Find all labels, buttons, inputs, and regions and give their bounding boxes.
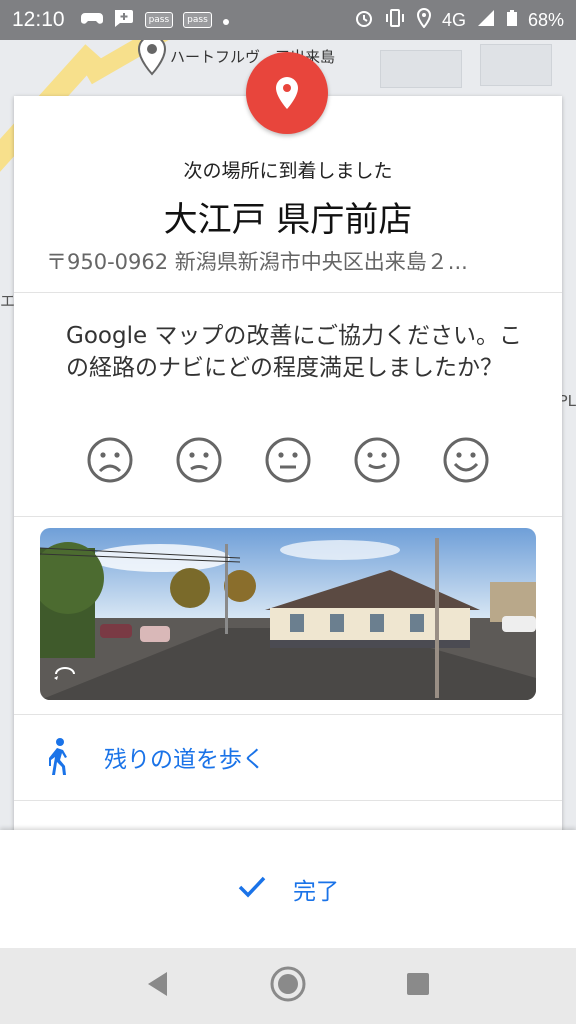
satisfied-face-icon[interactable] (353, 436, 401, 488)
map-block (480, 44, 552, 86)
status-time: 12:10 (12, 8, 65, 31)
bottom-action-bar: 完了 (0, 830, 576, 948)
dot-icon (222, 10, 230, 31)
pass-app-icon-2: pass (183, 12, 212, 28)
divider (14, 292, 562, 293)
neutral-face-icon[interactable] (264, 436, 312, 488)
map-pin-icon[interactable] (136, 40, 168, 80)
map-block (380, 50, 462, 88)
system-nav-bar (0, 948, 576, 1024)
walk-remaining-button[interactable]: 残りの道を歩く (14, 714, 562, 800)
location-pin-badge (246, 52, 328, 134)
done-label: 完了 (293, 879, 339, 905)
survey-question: Google マップの改善にご協力ください。この経路のナビにどの程度満足しました… (66, 323, 522, 381)
street-view-photo[interactable] (40, 528, 536, 700)
check-icon (237, 874, 267, 904)
status-bar: 12:10 pass pass 4G 68% (0, 0, 576, 40)
chat-plus-icon (113, 8, 135, 33)
signal-icon (476, 9, 496, 32)
place-address: 〒950-0962 新潟県新潟市中央区出来島２... (46, 250, 468, 274)
network-type: 4G (441, 9, 466, 30)
battery-icon (506, 9, 518, 32)
battery-percent: 68% (527, 9, 564, 30)
arrival-card: 次の場所に到着しました 大江戸 県庁前店 〒950-0962 新潟県新潟市中央区… (14, 96, 562, 836)
alarm-icon (354, 8, 374, 33)
location-icon (416, 7, 432, 33)
divider (14, 800, 562, 801)
dissatisfied-face-icon[interactable] (175, 436, 223, 488)
done-button[interactable]: 完了 (237, 872, 339, 906)
recents-icon[interactable] (405, 971, 431, 1001)
place-name: 大江戸 県庁前店 (163, 200, 413, 240)
home-icon[interactable] (269, 965, 307, 1007)
back-icon[interactable] (145, 970, 171, 1002)
game-controller-icon (80, 9, 103, 32)
arrived-heading: 次の場所に到着しました (183, 160, 393, 182)
walking-person-icon (44, 737, 72, 777)
map-label-left: エ (0, 292, 16, 310)
walk-remaining-label: 残りの道を歩く (104, 747, 265, 773)
pass-app-icon: pass (144, 12, 174, 28)
divider (14, 516, 562, 517)
vibrate-icon (384, 8, 406, 33)
location-pin-icon (276, 77, 298, 109)
rating-faces (86, 436, 490, 488)
very-dissatisfied-face-icon[interactable] (86, 436, 134, 488)
very-satisfied-face-icon[interactable] (442, 436, 490, 488)
